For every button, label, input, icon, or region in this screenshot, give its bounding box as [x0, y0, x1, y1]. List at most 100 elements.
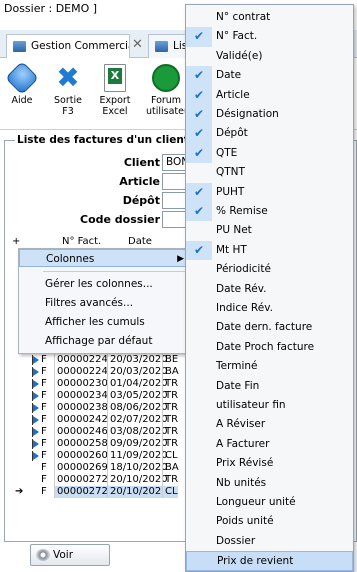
- expand-icon[interactable]: +: [12, 236, 20, 247]
- table-row-selected[interactable]: ➔ F 00000272 20/10/2020 CL: [7, 486, 187, 498]
- close-icon[interactable]: ✕: [132, 37, 143, 52]
- table-row[interactable]: F 00000269 18/10/2020 BA: [7, 462, 187, 474]
- check-icon: ✔: [194, 107, 205, 121]
- flag-icon: [32, 427, 41, 437]
- dossier-label: Code dossier: [80, 213, 160, 226]
- column-option[interactable]: Date Proch facture: [186, 338, 353, 357]
- client-label: Client: [123, 156, 160, 169]
- table-row[interactable]: F 00000238 08/06/2020 TR: [7, 402, 187, 414]
- flag-icon: [32, 439, 41, 449]
- close-icon: ✖: [56, 61, 80, 94]
- menu-divider: [43, 271, 191, 272]
- column-option[interactable]: ✔ PUHT: [186, 182, 353, 202]
- chevron-right-icon: ▶: [177, 254, 184, 264]
- column-option[interactable]: Validé(e): [186, 47, 353, 66]
- flag-icon: [32, 415, 41, 425]
- column-option[interactable]: Indice Rév.: [186, 299, 353, 318]
- forum-button[interactable]: Forum utilisateur: [146, 64, 194, 117]
- menu-item-colonnes[interactable]: Colonnes ▶: [19, 249, 193, 267]
- tab-label: Gestion Commerciale: [31, 40, 129, 52]
- exit-label: Sortie: [54, 95, 82, 106]
- flag-icon: [32, 355, 41, 365]
- module-icon: [155, 41, 168, 52]
- column-option[interactable]: ✔% Remise: [186, 202, 353, 222]
- table-row[interactable]: F 00000260 11/09/2020 CL: [7, 450, 187, 462]
- depot-label: Dépôt: [122, 194, 160, 207]
- help-button[interactable]: Aide: [2, 61, 42, 106]
- row-pointer-icon: ➔: [15, 486, 24, 497]
- forum-label-2: utilisateur: [146, 106, 194, 117]
- voir-button[interactable]: Voir: [30, 544, 110, 566]
- export-label-2: Excel: [102, 106, 128, 117]
- table-row[interactable]: F 00000230 01/04/2020 TR: [7, 378, 187, 390]
- column-option[interactable]: ✔ Date: [186, 66, 353, 86]
- panel-title: Liste des factures d'un client.: [15, 134, 195, 146]
- column-option[interactable]: Date Rév.: [186, 280, 353, 299]
- exit-button[interactable]: ✖ Sortie F3: [48, 61, 88, 118]
- help-icon: [5, 61, 39, 95]
- column-option[interactable]: ✔ Dépôt: [186, 124, 353, 144]
- flag-icon: [32, 451, 41, 461]
- column-option[interactable]: Date dern. facture: [186, 318, 353, 337]
- help-label: Aide: [11, 95, 33, 106]
- column-option[interactable]: A Facturer: [186, 435, 353, 454]
- context-menu: Colonnes ▶ Gérer les colonnes... Filtres…: [18, 248, 194, 354]
- column-option[interactable]: ✔ Article: [186, 85, 353, 105]
- column-option[interactable]: A Réviser: [186, 415, 353, 434]
- column-option[interactable]: utilisateur fin: [186, 396, 353, 415]
- columns-submenu: N° contrat ✔ N° Fact. Validé(e) ✔ Date ✔ Ar…: [185, 4, 354, 572]
- menu-item-filtres[interactable]: Filtres avancés...: [19, 294, 193, 312]
- column-option[interactable]: Longueur unité: [186, 493, 353, 512]
- table-row[interactable]: F 00000234 03/05/2020 TR: [7, 390, 187, 402]
- menu-item-cumuls[interactable]: Afficher les cumuls: [19, 313, 193, 331]
- check-icon: ✔: [194, 126, 205, 141]
- check-icon: ✔: [194, 68, 205, 83]
- tab-gestion-commerciale[interactable]: Gestion Commerciale: [6, 34, 130, 58]
- check-icon: ✔: [194, 204, 205, 218]
- table-row[interactable]: F 00000272 20/10/2020 TR: [7, 474, 187, 486]
- table-row[interactable]: F 00000224 20/03/2020 BE: [7, 354, 187, 366]
- exit-shortcut: F3: [62, 106, 74, 117]
- column-option[interactable]: ✔ N° Fact.: [186, 27, 353, 47]
- column-option[interactable]: Date Fin: [186, 377, 353, 396]
- check-icon: ✔: [194, 29, 205, 44]
- invoice-grid: F 00000224 20/03/2020 BE F 00000224 20/03/202…: [7, 354, 187, 498]
- column-option[interactable]: PU Net: [186, 221, 353, 240]
- check-icon: ✔: [194, 87, 205, 102]
- module-icon: [13, 41, 26, 52]
- column-option[interactable]: Nb unités: [186, 474, 353, 493]
- column-option[interactable]: ✔ Mt HT: [186, 240, 353, 261]
- flag-icon: [32, 391, 41, 401]
- column-option[interactable]: Dossier: [186, 532, 353, 551]
- table-row[interactable]: F 00000242 02/07/2020 TR: [7, 414, 187, 426]
- column-option[interactable]: Terminé: [186, 357, 353, 376]
- excel-icon: [104, 64, 126, 92]
- forum-icon: [152, 64, 180, 92]
- menu-item-defaut[interactable]: Affichage par défaut: [19, 332, 193, 350]
- table-row[interactable]: F 00000246 03/08/2020 TR: [7, 426, 187, 438]
- column-option[interactable]: ✔ QTE: [186, 143, 353, 164]
- check-icon: ✔: [194, 184, 205, 199]
- menu-item-gerer-colonnes[interactable]: Gérer les colonnes...: [19, 275, 193, 293]
- flag-icon: [32, 367, 41, 377]
- tab-list[interactable]: List: [148, 34, 188, 58]
- eye-icon: [36, 549, 50, 561]
- article-label: Article: [119, 175, 160, 188]
- table-row[interactable]: F 00000224 20/03/2020 BA: [7, 366, 187, 378]
- flag-icon: [32, 403, 41, 413]
- forum-label: Forum: [150, 95, 182, 106]
- column-option[interactable]: ✔ Désignation: [186, 105, 353, 125]
- column-option[interactable]: N° contrat: [186, 8, 353, 27]
- table-row[interactable]: F 00000258 09/09/2020 TR: [7, 438, 187, 450]
- column-option[interactable]: Poids unité: [186, 512, 353, 531]
- export-label: Export: [99, 95, 131, 106]
- column-option[interactable]: QTNT: [186, 163, 353, 182]
- column-header-date[interactable]: Date: [128, 236, 152, 247]
- export-excel-button[interactable]: Export Excel: [95, 64, 135, 117]
- check-icon: ✔: [194, 242, 205, 257]
- column-option[interactable]: Périodicité: [186, 260, 353, 279]
- column-option-highlighted[interactable]: Prix de revient: [186, 551, 353, 571]
- column-option[interactable]: Prix Révisé: [186, 454, 353, 473]
- check-icon: ✔: [194, 145, 205, 160]
- column-header-num[interactable]: N° Fact.: [62, 236, 101, 247]
